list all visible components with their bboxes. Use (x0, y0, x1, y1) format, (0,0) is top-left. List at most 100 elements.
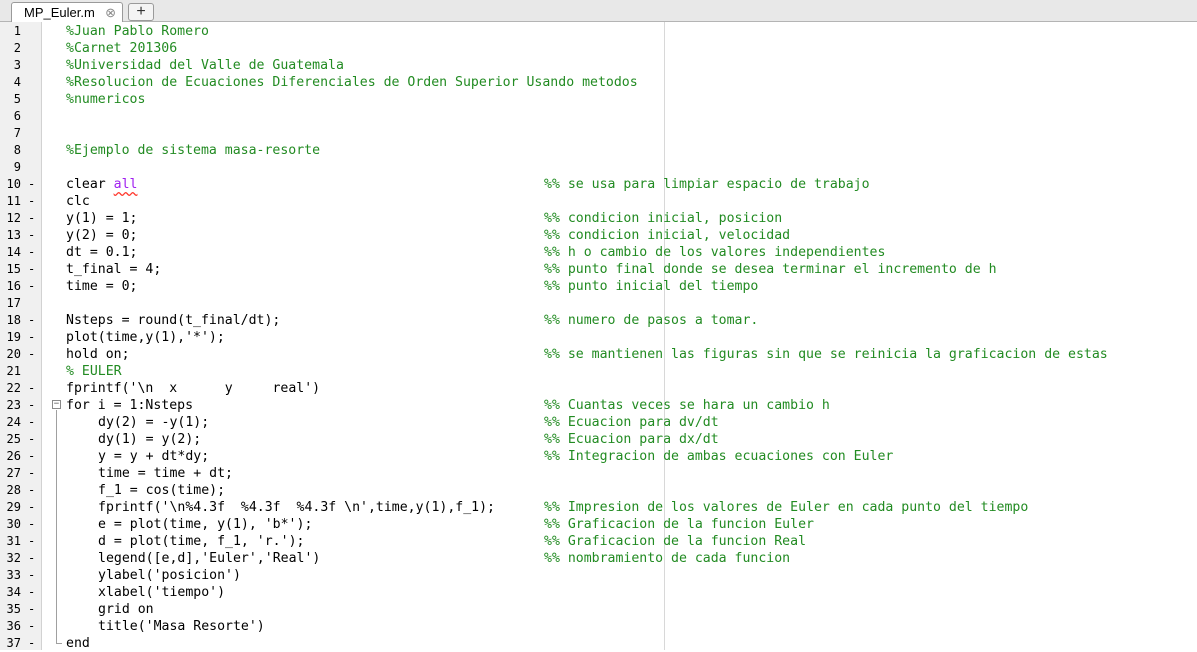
code-line[interactable]: 30- e = plot(time, y(1), 'b*'); %% Grafica… (0, 516, 1197, 533)
code-line[interactable]: 37- end (0, 635, 1197, 652)
breakpoint-marker[interactable]: - (28, 312, 38, 329)
code-line[interactable]: 14- dt = 0.1; %% h o cambio de los valores… (0, 244, 1197, 261)
breakpoint-marker[interactable]: - (28, 516, 38, 533)
breakpoint-marker[interactable]: - (28, 176, 38, 193)
new-tab-button[interactable]: + (128, 3, 154, 21)
code-line[interactable]: 12- y(1) = 1; %% condicion inicial, posici… (0, 210, 1197, 227)
plain-token: f_1 = cos(time); (98, 483, 226, 498)
code-line[interactable]: 36- title('Masa Resorte') (0, 618, 1197, 635)
breakpoint-marker[interactable]: - (28, 533, 38, 550)
code-line[interactable]: 35- grid on (0, 601, 1197, 618)
code-line[interactable]: 28- f_1 = cos(time); (0, 482, 1197, 499)
code-line[interactable]: 1 %Juan Pablo Romero (0, 23, 1197, 40)
comment-token: %Carnet 201306 (66, 41, 178, 56)
breakpoint-marker[interactable]: - (28, 380, 38, 397)
breakpoint-marker[interactable]: - (28, 499, 38, 516)
code-line[interactable]: 17 (0, 295, 1197, 312)
code-text: time = 0; (66, 278, 137, 295)
line-number: 6 (13, 109, 21, 123)
tab-mp-euler[interactable]: MP_Euler.m ⊗ (11, 2, 123, 22)
breakpoint-marker[interactable]: - (28, 210, 38, 227)
comment-token: %Resolucion de Ecuaciones Diferenciales … (66, 75, 638, 90)
code-line[interactable]: 2 %Carnet 201306 (0, 40, 1197, 57)
code-editor[interactable]: 1 %Juan Pablo Romero 2 %Carnet 201306 3 %Univ… (0, 22, 1197, 652)
code-line[interactable]: 33- ylabel('posicion') (0, 567, 1197, 584)
plain-token: ,time,y(1),f_1); (367, 500, 496, 515)
code-text: clear all (66, 176, 137, 193)
plain-token: legend([e,d], (98, 551, 202, 566)
line-number: 14 (6, 245, 21, 259)
breakpoint-marker[interactable]: - (28, 482, 38, 499)
code-line[interactable]: 21 % EULER (0, 363, 1197, 380)
breakpoint-marker[interactable]: - (28, 618, 38, 635)
code-text: %Ejemplo de sistema masa-resorte (66, 142, 320, 159)
code-line[interactable]: 24- dy(2) = -y(1); %% Ecuacion para dv/dt (0, 414, 1197, 431)
code-line[interactable]: 6 (0, 108, 1197, 125)
line-number: 20 (6, 347, 21, 361)
code-text: end (66, 635, 90, 652)
code-line[interactable]: 23- − for i = 1:Nsteps %% Cuantas veces se … (0, 397, 1197, 414)
code-line[interactable]: 15- t_final = 4; %% punto final donde se d… (0, 261, 1197, 278)
breakpoint-marker[interactable]: - (28, 550, 38, 567)
code-line[interactable]: 9 (0, 159, 1197, 176)
breakpoint-marker[interactable]: - (28, 261, 38, 278)
code-text: %Juan Pablo Romero (66, 23, 209, 40)
fold-toggle-icon[interactable]: − (52, 400, 61, 409)
breakpoint-marker[interactable]: - (28, 584, 38, 601)
inline-comment: %% condicion inicial, velocidad (544, 228, 791, 243)
plain-token: clc (66, 194, 90, 209)
code-text: y(1) = 1; (66, 210, 137, 227)
breakpoint-marker[interactable]: - (28, 193, 38, 210)
code-line[interactable]: 26- y = y + dt*dy; %% Integracion de ambas… (0, 448, 1197, 465)
string-token: on (105, 347, 122, 362)
code-line[interactable]: 10- clear all %% se usa para limpiar espac… (0, 176, 1197, 193)
code-line[interactable]: 32- legend([e,d],'Euler','Real') %% nombra… (0, 550, 1197, 567)
code-line[interactable]: 4 %Resolucion de Ecuaciones Diferenciales… (0, 74, 1197, 91)
breakpoint-marker[interactable]: - (28, 448, 38, 465)
code-line[interactable]: 25- dy(1) = y(2); %% Ecuacion para dx/dt (0, 431, 1197, 448)
code-line[interactable]: 19- plot(time,y(1),'*'); (0, 329, 1197, 346)
plain-token: grid (98, 602, 138, 617)
code-line[interactable]: 11- clc (0, 193, 1197, 210)
inline-comment: %% condicion inicial, posicion (544, 211, 783, 226)
breakpoint-marker[interactable]: - (28, 635, 38, 652)
code-text: %Universidad del Valle de Guatemala (66, 57, 344, 74)
close-tab-icon[interactable]: ⊗ (105, 6, 116, 19)
breakpoint-marker[interactable]: - (28, 278, 38, 295)
comment-token: %Juan Pablo Romero (66, 24, 209, 39)
code-line[interactable]: 34- xlabel('tiempo') (0, 584, 1197, 601)
code-line[interactable]: 27- time = time + dt; (0, 465, 1197, 482)
breakpoint-marker[interactable]: - (28, 567, 38, 584)
code-line[interactable]: 18- Nsteps = round(t_final/dt); %% numero … (0, 312, 1197, 329)
code-line[interactable]: 5 %numericos (0, 91, 1197, 108)
code-line[interactable]: 8 %Ejemplo de sistema masa-resorte (0, 142, 1197, 159)
code-line[interactable]: 29- fprintf('\n%4.3f %4.3f %4.3f \n',time… (0, 499, 1197, 516)
code-line[interactable]: 20- hold on; %% se mantienen las figuras s… (0, 346, 1197, 363)
breakpoint-marker[interactable]: - (28, 329, 38, 346)
code-line[interactable]: 13- y(2) = 0; %% condicion inicial, veloci… (0, 227, 1197, 244)
breakpoint-marker[interactable]: - (28, 244, 38, 261)
plain-token: ); (288, 534, 305, 549)
breakpoint-marker[interactable]: - (28, 397, 38, 414)
code-line[interactable]: 16- time = 0; %% punto inicial del tiempo (0, 278, 1197, 295)
code-line[interactable]: 31- d = plot(time, f_1, 'r.'); %% Graficac… (0, 533, 1197, 550)
line-number: 12 (6, 211, 21, 225)
breakpoint-marker[interactable]: - (28, 227, 38, 244)
plain-token: , (256, 551, 265, 566)
breakpoint-marker[interactable]: - (28, 346, 38, 363)
string-token: 'posicion' (153, 568, 233, 583)
code-text: ylabel('posicion') (98, 567, 241, 584)
breakpoint-marker[interactable]: - (28, 601, 38, 618)
code-line[interactable]: 7 (0, 125, 1197, 142)
breakpoint-marker[interactable]: - (28, 465, 38, 482)
line-number: 8 (13, 143, 21, 157)
code-line[interactable]: 22- fprintf('\n x y real') (0, 380, 1197, 397)
code-line[interactable]: 3 %Universidad del Valle de Guatemala (0, 57, 1197, 74)
breakpoint-marker[interactable]: - (28, 431, 38, 448)
inline-comment: %% Ecuacion para dx/dt (544, 432, 719, 447)
code-text: grid on (98, 601, 154, 618)
inline-comment: %% Cuantas veces se hara un cambio h (544, 398, 830, 413)
comment-token: %Ejemplo de sistema masa-resorte (66, 143, 321, 158)
plain-token: fprintf( (98, 500, 162, 515)
breakpoint-marker[interactable]: - (28, 414, 38, 431)
